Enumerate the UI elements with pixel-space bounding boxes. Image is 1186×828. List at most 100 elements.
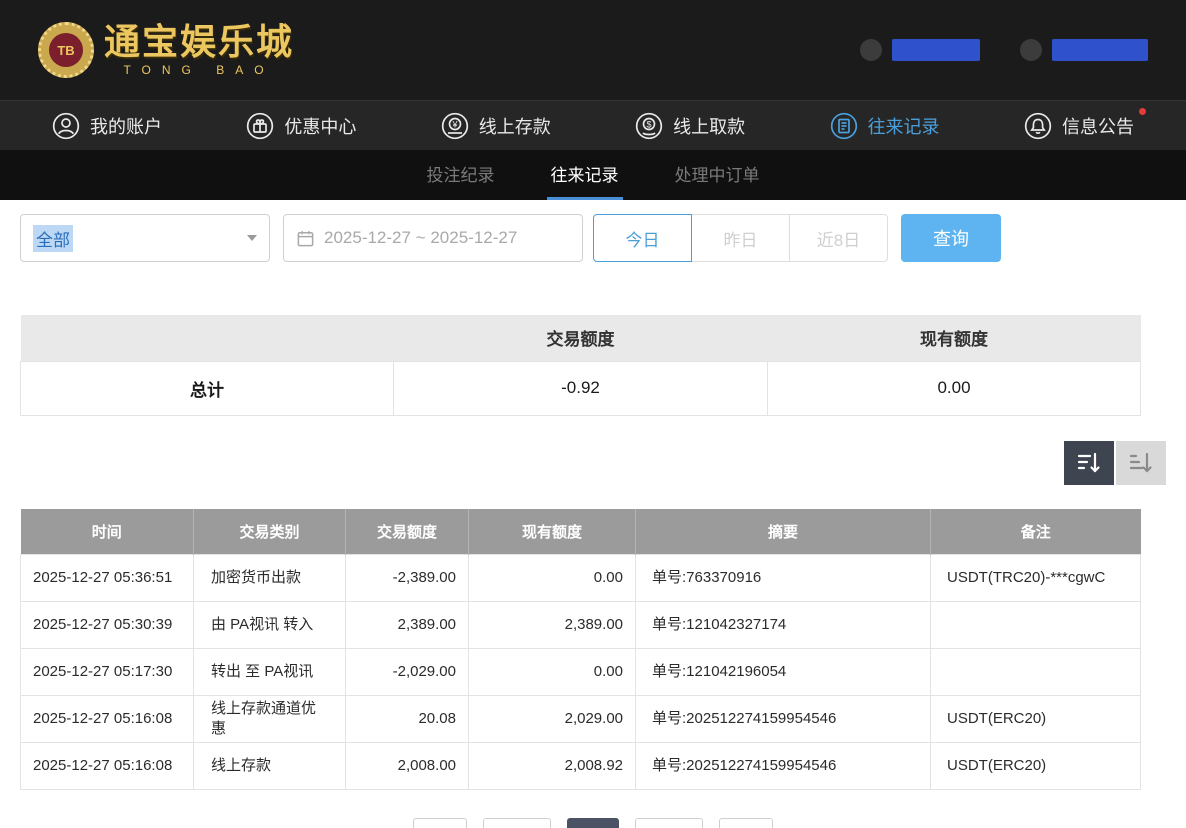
sort-ascending-icon xyxy=(1128,450,1154,476)
summary-table: 交易额度 现有额度 总计 -0.92 0.00 xyxy=(20,315,1141,416)
today-button[interactable]: 今日 xyxy=(593,214,692,262)
cell-balance: 2,008.92 xyxy=(469,743,636,790)
balance-info-redacted xyxy=(1020,39,1148,61)
cell-time: 2025-12-27 05:17:30 xyxy=(21,649,194,696)
deposit-coin-icon: ¥ xyxy=(441,112,469,140)
nav-item-label: 线上存款 xyxy=(479,113,551,139)
cell-time: 2025-12-27 05:16:08 xyxy=(21,743,194,790)
redacted-username xyxy=(892,39,980,61)
nav-item-label: 信息公告 xyxy=(1062,113,1134,139)
record-tabs: 投注纪录 往来记录 处理中订单 xyxy=(0,150,1186,200)
cell-type: 线上存款 xyxy=(194,743,346,790)
table-row: 2025-12-27 05:16:08 线上存款 2,008.00 2,008.… xyxy=(21,743,1141,790)
summary-header-balance: 现有额度 xyxy=(768,315,1141,361)
coin-logo-label: TB xyxy=(49,33,83,67)
yesterday-button[interactable]: 昨日 xyxy=(691,214,790,262)
pagination: 首页 上一页 1 下一页 尾页 xyxy=(0,818,1186,828)
cell-summary: 单号:202512274159954546 xyxy=(636,696,931,743)
svg-text:$: $ xyxy=(647,119,652,129)
cell-note: USDT(ERC20) xyxy=(931,696,1141,743)
table-row: 2025-12-27 05:16:08 线上存款通道优惠 20.08 2,029… xyxy=(21,696,1141,743)
tab-transaction-records[interactable]: 往来记录 xyxy=(547,150,623,200)
records-icon xyxy=(830,112,858,140)
cell-note: USDT(TRC20)-***cgwC xyxy=(931,555,1141,602)
transactions-table: 时间 交易类别 交易额度 现有额度 摘要 备注 2025-12-27 05:36… xyxy=(20,509,1141,791)
col-header-time: 时间 xyxy=(21,509,194,555)
cell-note xyxy=(931,602,1141,649)
brand-subtitle: TONG BAO xyxy=(104,64,294,76)
summary-total-amount: -0.92 xyxy=(394,361,768,415)
col-header-type: 交易类别 xyxy=(194,509,346,555)
cell-balance: 0.00 xyxy=(469,649,636,696)
cell-note xyxy=(931,649,1141,696)
cell-type: 加密货币出款 xyxy=(194,555,346,602)
summary-header-amount: 交易额度 xyxy=(394,315,768,361)
tab-label: 投注纪录 xyxy=(427,161,495,186)
first-page-button[interactable]: 首页 xyxy=(413,818,467,828)
nav-item-promotions[interactable]: 优惠中心 xyxy=(246,112,356,140)
cell-summary: 单号:121042196054 xyxy=(636,649,931,696)
sort-descending-icon xyxy=(1076,450,1102,476)
notification-dot xyxy=(1139,108,1146,115)
svg-text:¥: ¥ xyxy=(451,119,458,129)
nav-item-announcements[interactable]: 信息公告 xyxy=(1024,112,1134,140)
chevron-down-icon xyxy=(247,235,257,241)
table-header-row: 时间 交易类别 交易额度 现有额度 摘要 备注 xyxy=(21,509,1141,555)
main-navigation: 我的账户 优惠中心 ¥ 线上存款 $ 线上取款 往来记录 信息公告 xyxy=(0,100,1186,150)
cell-balance: 2,029.00 xyxy=(469,696,636,743)
cell-type: 由 PA视讯 转入 xyxy=(194,602,346,649)
bell-icon xyxy=(1024,112,1052,140)
next-page-button[interactable]: 下一页 xyxy=(635,818,703,828)
account-info-redacted xyxy=(860,39,980,61)
cell-summary: 单号:121042327174 xyxy=(636,602,931,649)
nav-item-deposit[interactable]: ¥ 线上存款 xyxy=(441,112,551,140)
sort-ascending-button[interactable] xyxy=(1116,441,1166,485)
cell-summary: 单号:202512274159954546 xyxy=(636,743,931,790)
tab-processing-orders[interactable]: 处理中订单 xyxy=(671,150,764,200)
date-range-input[interactable]: 2025-12-27 ~ 2025-12-27 xyxy=(283,214,583,262)
table-row: 2025-12-27 05:30:39 由 PA视讯 转入 2,389.00 2… xyxy=(21,602,1141,649)
table-row: 2025-12-27 05:36:51 加密货币出款 -2,389.00 0.0… xyxy=(21,555,1141,602)
table-row: 2025-12-27 05:17:30 转出 至 PA视讯 -2,029.00 … xyxy=(21,649,1141,696)
type-dropdown[interactable]: 全部 xyxy=(20,214,270,262)
top-bar: TB 通宝娱乐城 TONG BAO xyxy=(0,0,1186,100)
summary-total-row: 总计 -0.92 0.00 xyxy=(21,361,1141,415)
sort-descending-button[interactable] xyxy=(1064,441,1114,485)
summary-header-blank xyxy=(21,315,394,361)
nav-item-label: 优惠中心 xyxy=(284,113,356,139)
nav-item-withdraw[interactable]: $ 线上取款 xyxy=(635,112,745,140)
tab-betting-records[interactable]: 投注纪录 xyxy=(423,150,499,200)
page-number-button[interactable]: 1 xyxy=(567,818,619,828)
filter-bar: 全部 2025-12-27 ~ 2025-12-27 今日 昨日 近8日 查询 xyxy=(20,214,1166,262)
brand-title: 通宝娱乐城 xyxy=(104,24,294,60)
gift-icon xyxy=(246,112,274,140)
cell-amount: -2,029.00 xyxy=(346,649,469,696)
col-header-summary: 摘要 xyxy=(636,509,931,555)
last-8-days-button[interactable]: 近8日 xyxy=(789,214,888,262)
col-header-note: 备注 xyxy=(931,509,1141,555)
cell-summary: 单号:763370916 xyxy=(636,555,931,602)
date-range-value: 2025-12-27 ~ 2025-12-27 xyxy=(324,228,517,248)
cell-time: 2025-12-27 05:30:39 xyxy=(21,602,194,649)
last-page-button[interactable]: 尾页 xyxy=(719,818,773,828)
user-icon xyxy=(52,112,80,140)
brand-logo[interactable]: TB 通宝娱乐城 TONG BAO xyxy=(38,22,294,78)
cell-type: 线上存款通道优惠 xyxy=(194,696,346,743)
summary-total-balance: 0.00 xyxy=(768,361,1141,415)
prev-page-button[interactable]: 上一页 xyxy=(483,818,551,828)
search-button[interactable]: 查询 xyxy=(901,214,1001,262)
cell-amount: 2,008.00 xyxy=(346,743,469,790)
nav-item-label: 往来记录 xyxy=(868,113,940,139)
calendar-icon xyxy=(296,229,315,248)
tab-label: 往来记录 xyxy=(551,161,619,186)
cell-note: USDT(ERC20) xyxy=(931,743,1141,790)
nav-item-label: 线上取款 xyxy=(673,113,745,139)
nav-item-my-account[interactable]: 我的账户 xyxy=(52,112,162,140)
cell-balance: 2,389.00 xyxy=(469,602,636,649)
coin-logo-icon: TB xyxy=(38,22,94,78)
nav-item-transactions[interactable]: 往来记录 xyxy=(830,112,940,140)
cell-amount: 2,389.00 xyxy=(346,602,469,649)
tab-label: 处理中订单 xyxy=(675,161,760,186)
col-header-amount: 交易额度 xyxy=(346,509,469,555)
redacted-balance xyxy=(1052,39,1148,61)
